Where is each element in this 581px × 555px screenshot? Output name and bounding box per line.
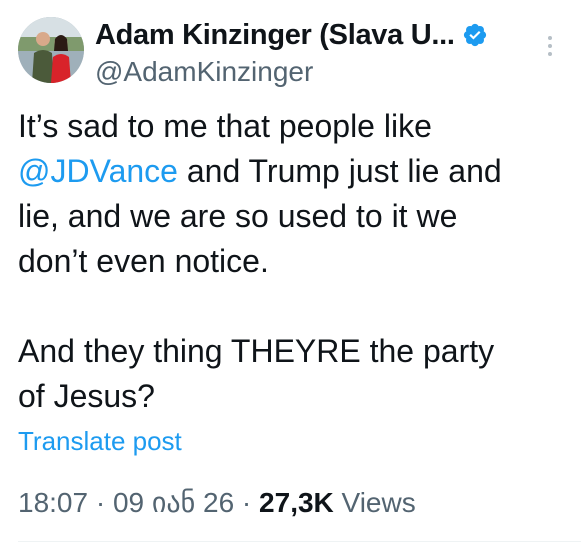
more-options-icon[interactable]: [545, 36, 555, 66]
meta-separator: ·: [234, 487, 260, 518]
tweet-header: Adam Kinzinger (Slava U... @AdamKinzinge…: [18, 14, 563, 88]
author-names: Adam Kinzinger (Slava U... @AdamKinzinge…: [95, 18, 525, 88]
views-label: Views: [333, 487, 416, 518]
tweet: Adam Kinzinger (Slava U... @AdamKinzinge…: [0, 0, 581, 555]
translate-post-link[interactable]: Translate post: [18, 426, 182, 457]
tweet-text-part-2: and Trump just lie and lie, and we are s…: [18, 153, 502, 414]
mention-link[interactable]: @JDVance: [18, 153, 178, 189]
tweet-text: It’s sad to me that people like @JDVance…: [18, 104, 568, 419]
tweet-text-part-1: It’s sad to me that people like: [18, 108, 432, 144]
profile-photo-icon: [18, 17, 84, 83]
post-date[interactable]: 09 იან 26: [113, 487, 234, 518]
display-name[interactable]: Adam Kinzinger (Slava U...: [95, 19, 455, 52]
avatar[interactable]: [18, 17, 84, 83]
divider: [18, 541, 581, 542]
meta-separator: ·: [88, 487, 113, 518]
verified-badge-icon[interactable]: [462, 22, 488, 48]
views-count[interactable]: 27,3K: [259, 487, 334, 518]
handle[interactable]: @AdamKinzinger: [95, 56, 525, 88]
post-time[interactable]: 18:07: [18, 487, 88, 518]
tweet-meta: 18:07 · 09 იან 26 · 27,3K Views: [18, 486, 416, 519]
display-name-row: Adam Kinzinger (Slava U...: [95, 18, 525, 52]
